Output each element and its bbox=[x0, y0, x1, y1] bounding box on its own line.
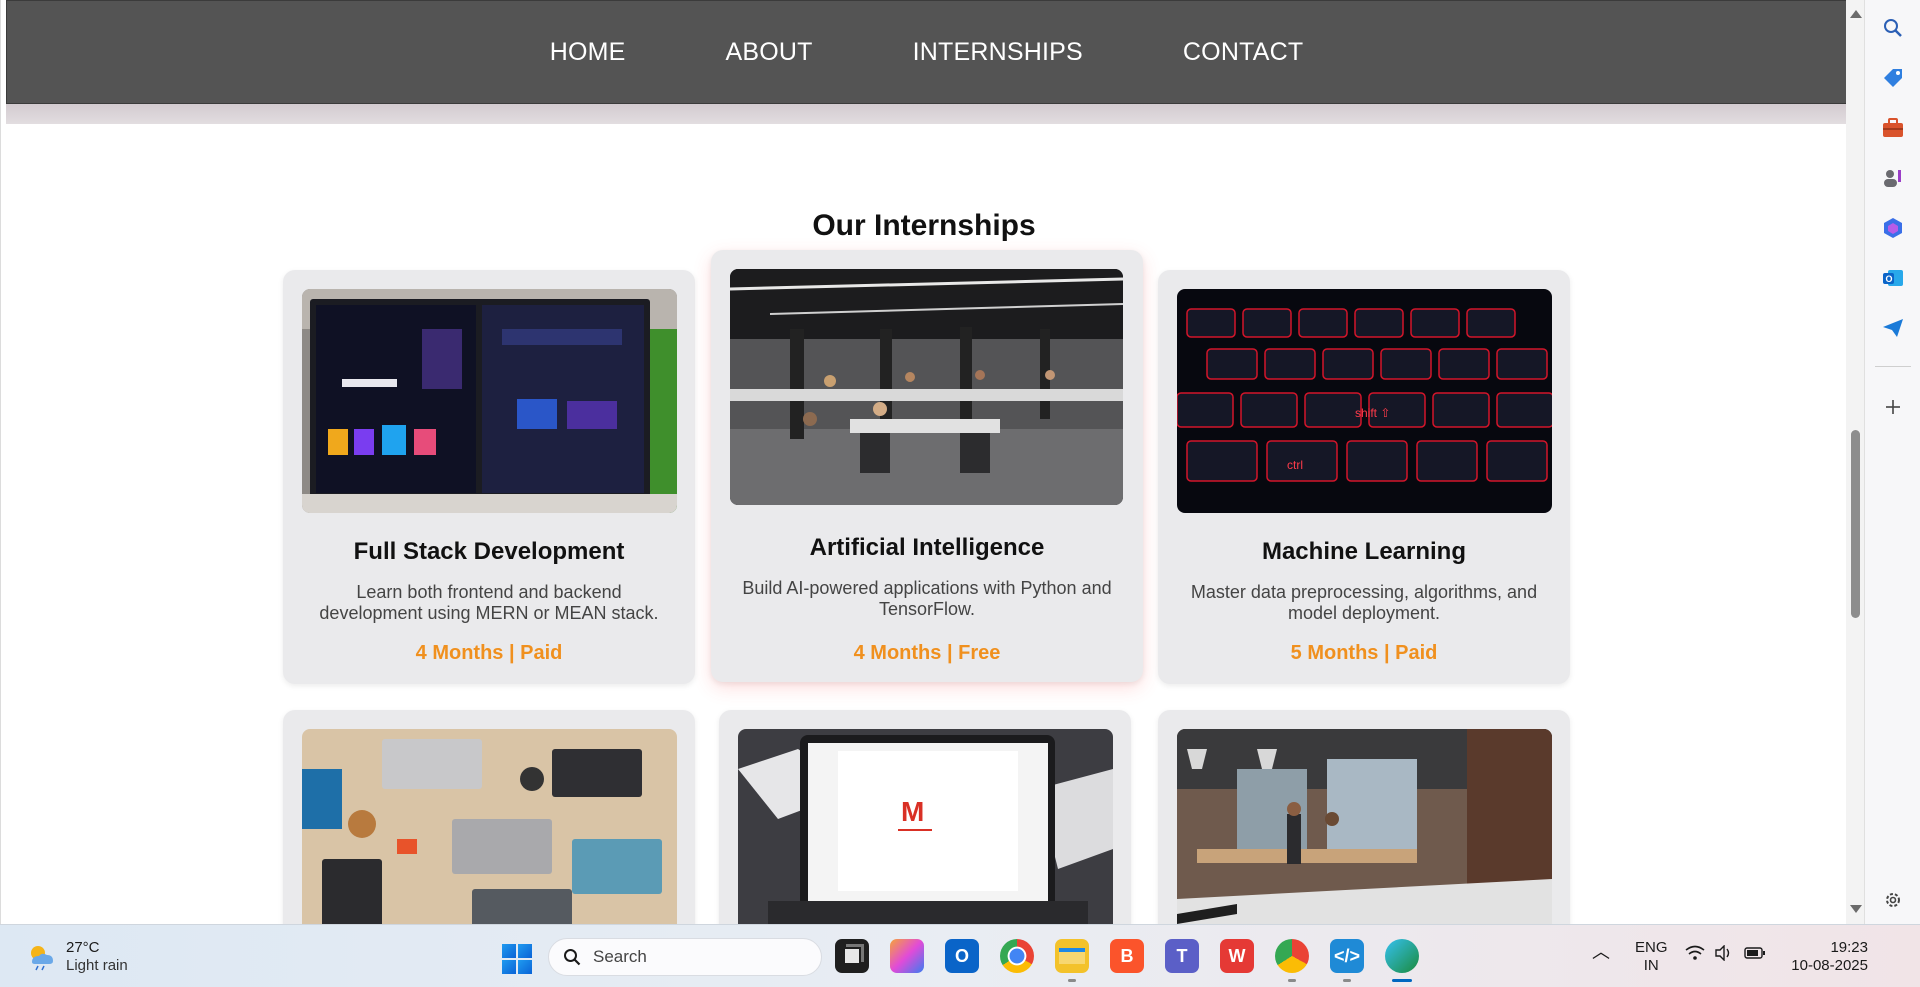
chrome-running-dot bbox=[1288, 979, 1296, 982]
add-icon[interactable] bbox=[1881, 395, 1905, 419]
chrome-beta-app-icon[interactable] bbox=[1275, 939, 1309, 973]
page-scrollbar[interactable] bbox=[1846, 0, 1864, 924]
nav-about-link[interactable]: ABOUT bbox=[676, 38, 863, 67]
vscode-running-dot bbox=[1343, 979, 1351, 982]
card-image-keyboard: ctrl shift ⇧ bbox=[1177, 289, 1552, 513]
chrome-app-icon[interactable] bbox=[1000, 939, 1034, 973]
svg-text:ctrl: ctrl bbox=[1287, 458, 1303, 472]
card-description: Master data preprocessing, algorithms, a… bbox=[1190, 582, 1538, 623]
card-duration-badge: 4 Months | Paid bbox=[415, 642, 563, 664]
language-code: ENG bbox=[1635, 939, 1668, 956]
settings-icon[interactable] bbox=[1881, 888, 1905, 912]
scroll-thumb[interactable] bbox=[1851, 430, 1860, 618]
clock[interactable]: 19:23 10-08-2025 bbox=[1786, 939, 1868, 975]
scroll-down-arrow-icon[interactable] bbox=[1850, 905, 1862, 913]
card-image-monitor bbox=[302, 289, 677, 513]
weather-rain-icon bbox=[26, 942, 56, 972]
internship-card-ai[interactable]: Artificial Intelligence Build AI-powered… bbox=[711, 250, 1143, 682]
wifi-icon[interactable] bbox=[1685, 945, 1705, 966]
card-image-laptops-table bbox=[302, 729, 677, 924]
nav-internships-link[interactable]: INTERNSHIPS bbox=[863, 38, 1133, 67]
clock-time: 19:23 bbox=[1830, 939, 1868, 956]
region-code: IN bbox=[1643, 957, 1659, 974]
card-title: Machine Learning bbox=[1261, 538, 1467, 565]
outlook-app-icon[interactable]: O bbox=[945, 939, 979, 973]
file-explorer-running-dot bbox=[1068, 979, 1076, 982]
people-icon[interactable] bbox=[1881, 166, 1905, 190]
card-title: Full Stack Development bbox=[353, 538, 625, 565]
search-placeholder: Search bbox=[593, 947, 647, 966]
card-duration-badge: 5 Months | Paid bbox=[1290, 642, 1438, 664]
language-indicator[interactable]: ENG IN bbox=[1635, 939, 1668, 975]
nav-contact-link[interactable]: CONTACT bbox=[1133, 38, 1353, 67]
brave-app-icon[interactable]: B bbox=[1110, 939, 1144, 973]
browser-viewport: HOME ABOUT INTERNSHIPS CONTACT Our Inter… bbox=[0, 0, 1846, 924]
tag-icon[interactable] bbox=[1881, 66, 1905, 90]
section-title: Our Internships bbox=[812, 209, 1036, 242]
svg-text:shift ⇧: shift ⇧ bbox=[1355, 406, 1390, 420]
card-title: Artificial Intelligence bbox=[809, 534, 1045, 561]
nav-home-link[interactable]: HOME bbox=[500, 38, 676, 67]
weather-widget[interactable]: 27°C Light rain bbox=[26, 939, 128, 975]
wps-office-icon[interactable]: W bbox=[1220, 939, 1254, 973]
copilot-app-icon[interactable] bbox=[890, 939, 924, 973]
top-navbar: HOME ABOUT INTERNSHIPS CONTACT bbox=[6, 0, 1846, 104]
teams-app-icon[interactable]: T bbox=[1165, 939, 1199, 973]
internship-card-ml[interactable]: ctrl shift ⇧ Machine Learning Master dat… bbox=[1158, 270, 1570, 684]
card-description: Build AI-powered applications with Pytho… bbox=[742, 578, 1112, 619]
volume-icon[interactable] bbox=[1714, 944, 1734, 966]
svg-text:M: M bbox=[901, 796, 924, 827]
sidebar-divider bbox=[1875, 366, 1911, 367]
card-description: Learn both frontend and backend developm… bbox=[319, 582, 659, 623]
internship-card-5[interactable]: M bbox=[719, 710, 1131, 924]
internship-card-4[interactable] bbox=[283, 710, 695, 924]
card-duration-badge: 4 Months | Free bbox=[853, 642, 1001, 664]
card-image-laptop-gmail: M bbox=[738, 729, 1113, 924]
show-hidden-icons-chevron-icon[interactable]: ︿ bbox=[1592, 943, 1610, 961]
navbar-shadow-band bbox=[6, 104, 1846, 124]
clock-date: 10-08-2025 bbox=[1791, 957, 1868, 974]
svg-text:O: O bbox=[1886, 274, 1893, 284]
vscode-app-icon[interactable]: </> bbox=[1330, 939, 1364, 973]
outlook-icon[interactable]: O bbox=[1881, 266, 1905, 290]
search-icon[interactable] bbox=[1881, 16, 1905, 40]
weather-condition: Light rain bbox=[66, 957, 128, 974]
card-image-office bbox=[730, 269, 1123, 505]
file-explorer-icon[interactable] bbox=[1055, 939, 1089, 973]
weather-temperature: 27°C bbox=[66, 939, 100, 956]
windows-taskbar: 27°C Light rain Search O B T W </> ︿ ENG… bbox=[0, 924, 1920, 987]
card-image-loft-office bbox=[1177, 729, 1552, 924]
browser-sidebar: O bbox=[1864, 0, 1920, 924]
edge-app-icon[interactable] bbox=[1385, 939, 1419, 973]
taskbar-search-box[interactable]: Search bbox=[548, 938, 822, 976]
internship-card-6[interactable] bbox=[1158, 710, 1570, 924]
copilot-icon[interactable] bbox=[1881, 216, 1905, 240]
windows-start-icon[interactable] bbox=[502, 944, 532, 974]
search-magnifier-icon bbox=[564, 949, 581, 966]
edge-active-indicator bbox=[1392, 979, 1412, 982]
scroll-up-arrow-icon[interactable] bbox=[1850, 10, 1862, 18]
send-icon[interactable] bbox=[1881, 316, 1905, 340]
task-view-icon[interactable] bbox=[835, 939, 869, 973]
toolbox-icon[interactable] bbox=[1881, 116, 1905, 140]
battery-icon[interactable] bbox=[1744, 946, 1766, 965]
internship-card-full-stack[interactable]: Full Stack Development Learn both fronte… bbox=[283, 270, 695, 684]
